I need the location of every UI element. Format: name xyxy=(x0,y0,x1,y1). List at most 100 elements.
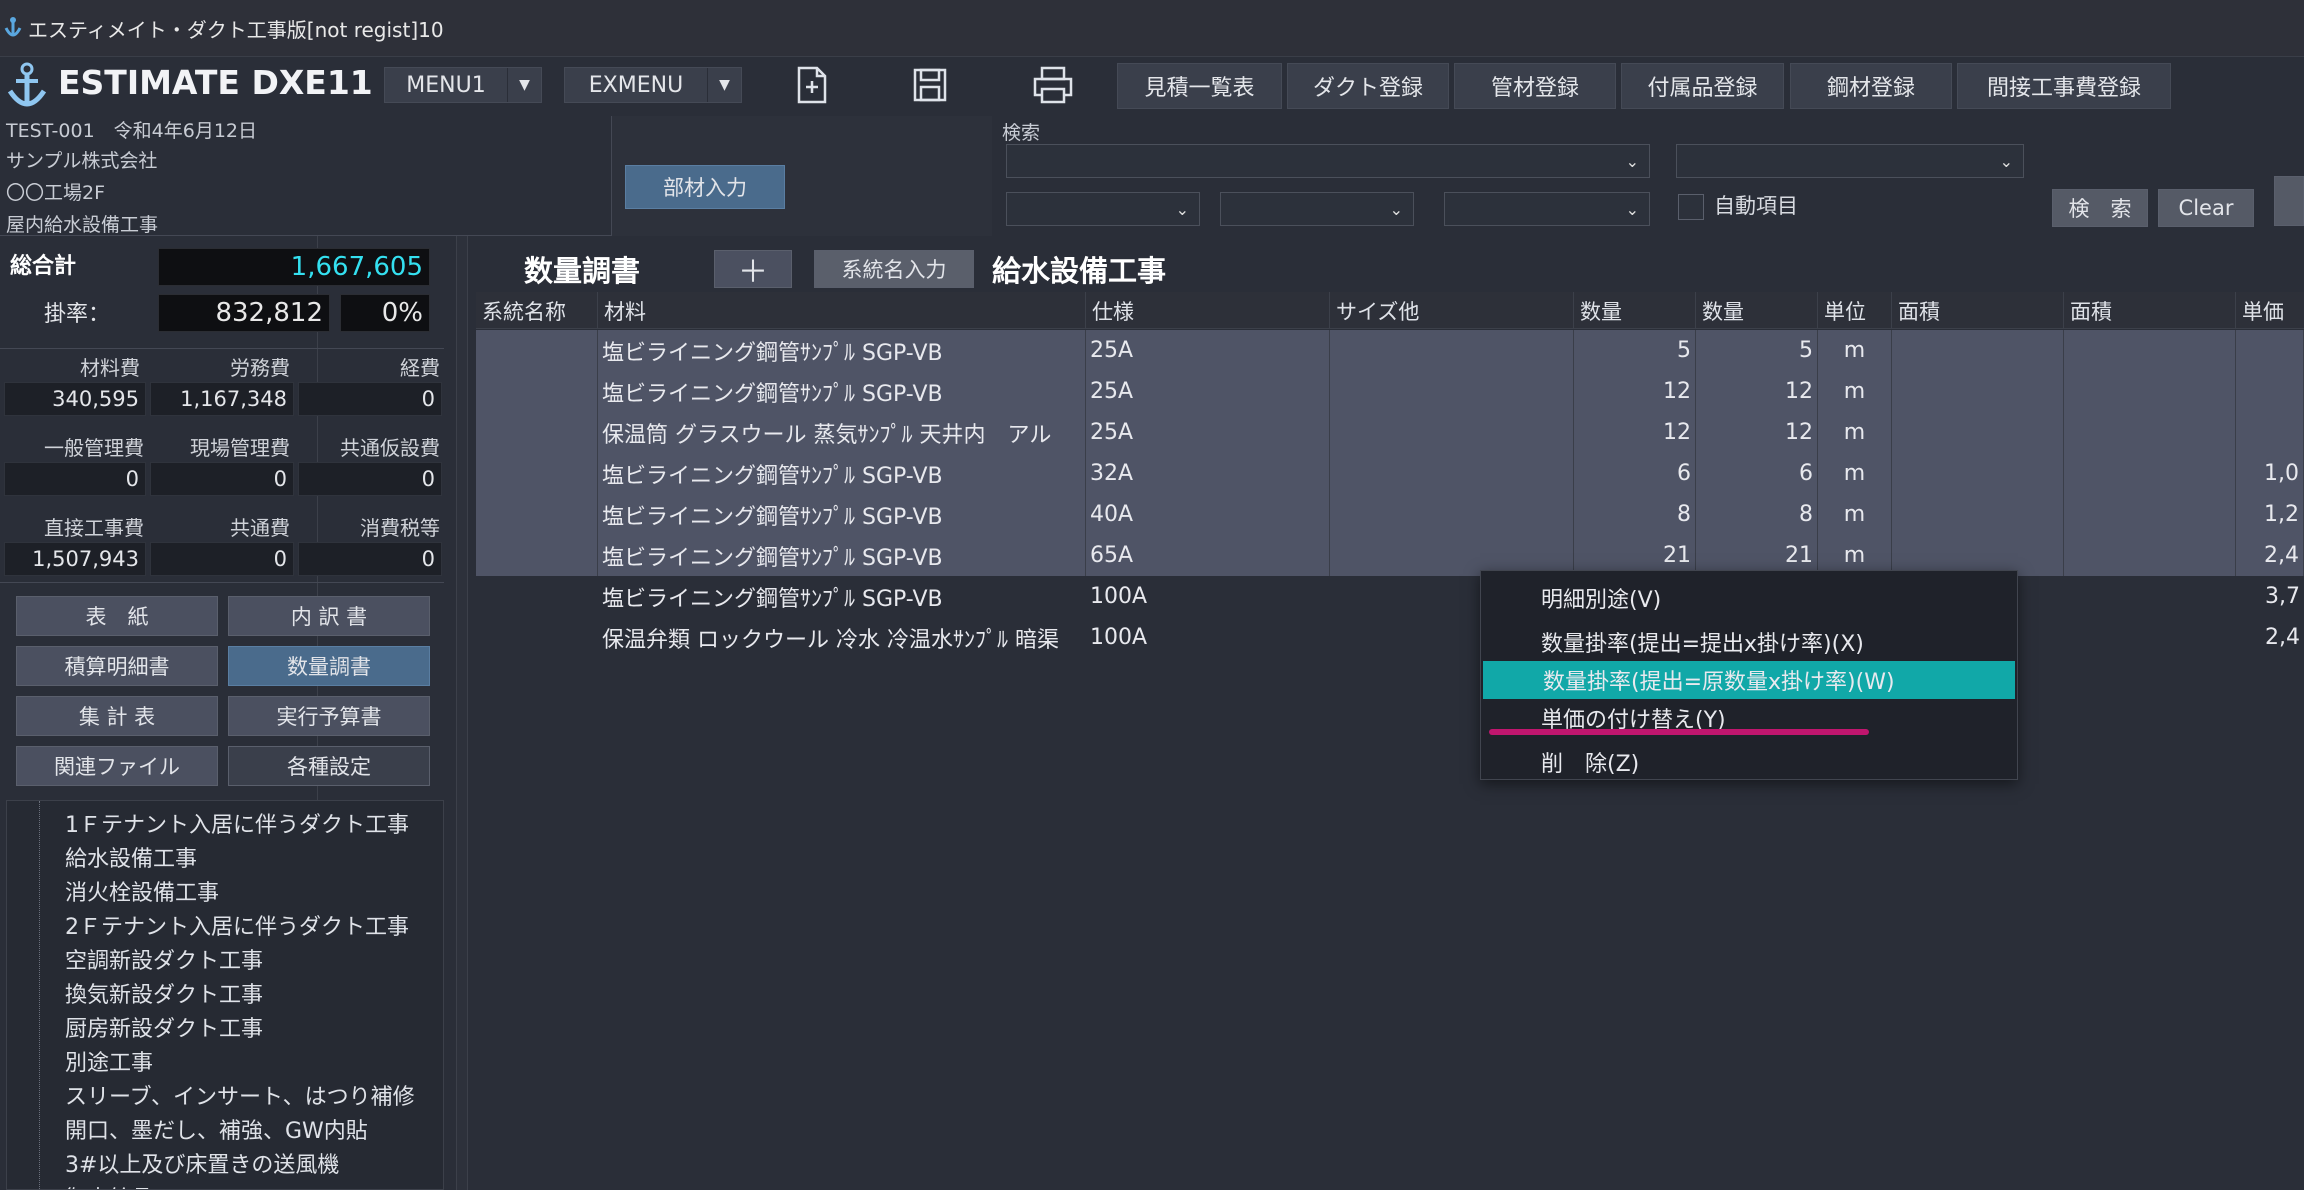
cell-price[interactable]: 1,2 xyxy=(2236,494,2304,535)
table-row[interactable]: 保温筒 グラスウール 蒸気ｻﾝﾌﾟﾙ 天井内 アル 25A 12 12 m xyxy=(476,412,2304,453)
cell-q2[interactable]: 12 xyxy=(1696,371,1818,412)
cell-a1[interactable] xyxy=(1892,494,2064,535)
cell-price[interactable]: 1,0 xyxy=(2236,453,2304,494)
parts-input-button[interactable]: 部材入力 xyxy=(625,165,785,209)
exmenu-dropdown[interactable]: EXMENU ▼ xyxy=(564,67,742,103)
tree-item[interactable]: 御支給品 xyxy=(65,1181,153,1189)
tree-item[interactable]: 消火栓設備工事 xyxy=(65,875,219,907)
cell-spec[interactable]: 100A xyxy=(1086,617,1330,658)
cell-price[interactable] xyxy=(2236,371,2304,412)
estimate-detail-button[interactable]: 積算明細書 xyxy=(16,646,218,686)
cell-spec[interactable]: 32A xyxy=(1086,453,1330,494)
cell-size[interactable] xyxy=(1330,453,1574,494)
tree-item[interactable]: 1Ｆテナント入居に伴うダクト工事 xyxy=(65,807,409,839)
cell-sys[interactable] xyxy=(476,494,598,535)
cell-q1[interactable]: 5 xyxy=(1574,330,1696,371)
tree-item[interactable]: 換気新設ダクト工事 xyxy=(65,977,263,1009)
col-quantity-1[interactable]: 数量 xyxy=(1574,292,1696,329)
cell-price[interactable]: 2,4 xyxy=(2236,617,2304,658)
new-file-icon[interactable] xyxy=(796,65,828,105)
table-row[interactable]: 塩ビライニング鋼管ｻﾝﾌﾟﾙ SGP-VB 25A 5 5 m xyxy=(476,330,2304,371)
cell-a2[interactable] xyxy=(2064,494,2236,535)
cell-a2[interactable] xyxy=(2064,412,2236,453)
table-row[interactable]: 保温弁類 ロックウール 冷水 冷温水ｻﾝﾌﾟﾙ 暗渠 100A 2,4 xyxy=(476,617,2304,658)
cell-a1[interactable] xyxy=(1892,453,2064,494)
cell-a2[interactable] xyxy=(2064,576,2236,617)
cell-a2[interactable] xyxy=(2064,330,2236,371)
pipe-register-button[interactable]: 管材登録 xyxy=(1454,63,1616,109)
cell-a1[interactable] xyxy=(1892,412,2064,453)
menu-item-delete[interactable]: 削 除(Z) xyxy=(1481,743,2019,781)
cell-price[interactable] xyxy=(2236,412,2304,453)
cell-mat[interactable]: 塩ビライニング鋼管ｻﾝﾌﾟﾙ SGP-VB xyxy=(598,535,1086,576)
cell-sys[interactable] xyxy=(476,617,598,658)
summary-button[interactable]: 集 計 表 xyxy=(16,696,218,736)
cell-size[interactable] xyxy=(1330,412,1574,453)
auto-item-checkbox[interactable] xyxy=(1678,194,1704,220)
tree-item[interactable]: 空調新設ダクト工事 xyxy=(65,943,263,975)
table-row[interactable]: 塩ビライニング鋼管ｻﾝﾌﾟﾙ SGP-VB 25A 12 12 m xyxy=(476,371,2304,412)
estimate-list-button[interactable]: 見積一覧表 xyxy=(1117,63,1282,109)
cell-a2[interactable] xyxy=(2064,371,2236,412)
accessory-register-button[interactable]: 付属品登録 xyxy=(1621,63,1784,109)
extra-button[interactable] xyxy=(2274,176,2304,226)
cell-mat[interactable]: 塩ビライニング鋼管ｻﾝﾌﾟﾙ SGP-VB xyxy=(598,453,1086,494)
table-row[interactable]: 塩ビライニング鋼管ｻﾝﾌﾟﾙ SGP-VB 100A 3,7 xyxy=(476,576,2304,617)
col-quantity-2[interactable]: 数量 xyxy=(1696,292,1818,329)
cell-unit[interactable]: m xyxy=(1818,330,1892,371)
cell-size[interactable] xyxy=(1330,494,1574,535)
search-filter-select-1[interactable]: ⌄ xyxy=(1006,192,1200,226)
cell-sys[interactable] xyxy=(476,535,598,576)
system-name-input-button[interactable]: 系統名入力 xyxy=(814,250,974,288)
clear-button[interactable]: Clear xyxy=(2158,189,2254,227)
budget-button[interactable]: 実行予算書 xyxy=(228,696,430,736)
panel-splitter[interactable] xyxy=(456,236,468,1190)
cell-a1[interactable] xyxy=(1892,330,2064,371)
cell-q1[interactable]: 12 xyxy=(1574,371,1696,412)
cell-unit[interactable]: m xyxy=(1818,494,1892,535)
cell-spec[interactable]: 65A xyxy=(1086,535,1330,576)
tree-item[interactable]: スリーブ、インサート、はつり補修 xyxy=(65,1079,415,1111)
cell-q1[interactable]: 12 xyxy=(1574,412,1696,453)
cell-size[interactable] xyxy=(1330,330,1574,371)
cell-sys[interactable] xyxy=(476,330,598,371)
cell-q2[interactable]: 6 xyxy=(1696,453,1818,494)
col-unit[interactable]: 単位 xyxy=(1818,292,1892,329)
cell-unit[interactable]: m xyxy=(1818,371,1892,412)
cell-spec[interactable]: 25A xyxy=(1086,371,1330,412)
col-spec[interactable]: 仕様 xyxy=(1086,292,1330,329)
cell-a2[interactable] xyxy=(2064,453,2236,494)
tree-item[interactable]: 3#以上及び床置きの送風機 xyxy=(65,1147,339,1179)
cell-q2[interactable]: 8 xyxy=(1696,494,1818,535)
col-size[interactable]: サイズ他 xyxy=(1330,292,1574,329)
search-filter-select-2[interactable]: ⌄ xyxy=(1220,192,1414,226)
cell-mat[interactable]: 保温弁類 ロックウール 冷水 冷温水ｻﾝﾌﾟﾙ 暗渠 xyxy=(598,617,1086,658)
cell-mat[interactable]: 塩ビライニング鋼管ｻﾝﾌﾟﾙ SGP-VB xyxy=(598,371,1086,412)
tree-item[interactable]: 厨房新設ダクト工事 xyxy=(65,1011,263,1043)
cell-mat[interactable]: 塩ビライニング鋼管ｻﾝﾌﾟﾙ SGP-VB xyxy=(598,330,1086,371)
cell-price[interactable]: 3,7 xyxy=(2236,576,2304,617)
cell-a2[interactable] xyxy=(2064,535,2236,576)
cell-sys[interactable] xyxy=(476,453,598,494)
steel-register-button[interactable]: 鋼材登録 xyxy=(1790,63,1952,109)
tree-item[interactable]: 開口、墨だし、補強、GW内貼 xyxy=(65,1113,368,1145)
col-area-1[interactable]: 面積 xyxy=(1892,292,2064,329)
print-icon[interactable] xyxy=(1032,65,1074,105)
cover-button[interactable]: 表 紙 xyxy=(16,596,218,636)
save-icon[interactable] xyxy=(912,67,948,103)
cell-q1[interactable]: 6 xyxy=(1574,453,1696,494)
cell-unit[interactable]: m xyxy=(1818,453,1892,494)
cell-q2[interactable]: 5 xyxy=(1696,330,1818,371)
settings-button[interactable]: 各種設定 xyxy=(228,746,430,786)
cell-q1[interactable]: 8 xyxy=(1574,494,1696,535)
cell-sys[interactable] xyxy=(476,371,598,412)
menu-item-qty-rate-original[interactable]: 数量掛率(提出=原数量x掛け率)(W) xyxy=(1483,661,2015,699)
related-files-button[interactable]: 関連ファイル xyxy=(16,746,218,786)
cell-mat[interactable]: 塩ビライニング鋼管ｻﾝﾌﾟﾙ SGP-VB xyxy=(598,494,1086,535)
duct-register-button[interactable]: ダクト登録 xyxy=(1287,63,1449,109)
col-system-name[interactable]: 系統名称 xyxy=(476,292,598,329)
cell-size[interactable] xyxy=(1330,371,1574,412)
menu-item-detail-separate[interactable]: 明細別途(V) xyxy=(1481,579,2019,617)
cell-a1[interactable] xyxy=(1892,371,2064,412)
table-row[interactable]: 塩ビライニング鋼管ｻﾝﾌﾟﾙ SGP-VB 32A 6 6 m 1,0 xyxy=(476,453,2304,494)
